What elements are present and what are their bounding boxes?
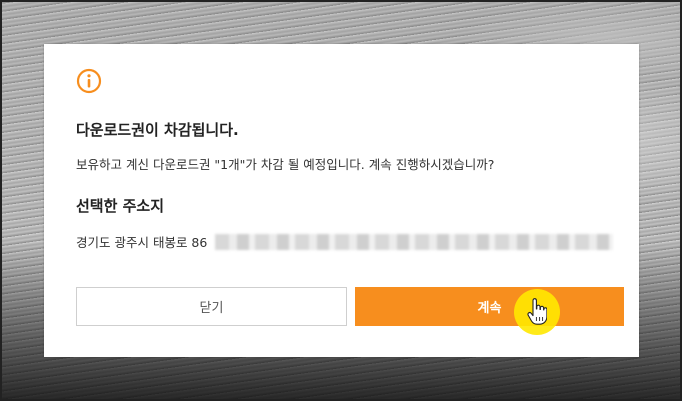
dialog-title: 다운로드권이 차감됩니다. xyxy=(76,121,239,139)
continue-button[interactable]: 계속 xyxy=(355,287,624,326)
confirm-dialog: 다운로드권이 차감됩니다. 보유하고 계신 다운로드권 "1개"가 차감 될 예… xyxy=(44,44,639,357)
address-text: 경기도 광주시 태봉로 86 xyxy=(76,235,208,250)
hand-pointer-icon xyxy=(527,298,547,325)
blurred-address-detail xyxy=(215,233,614,250)
address-heading: 선택한 주소지 xyxy=(76,197,165,215)
cursor-highlight xyxy=(514,289,560,335)
address-row: 경기도 광주시 태봉로 86 xyxy=(76,232,614,251)
info-icon xyxy=(76,68,102,94)
close-button[interactable]: 닫기 xyxy=(76,287,347,326)
dialog-description: 보유하고 계신 다운로드권 "1개"가 차감 될 예정입니다. 계속 진행하시겠… xyxy=(76,157,495,172)
